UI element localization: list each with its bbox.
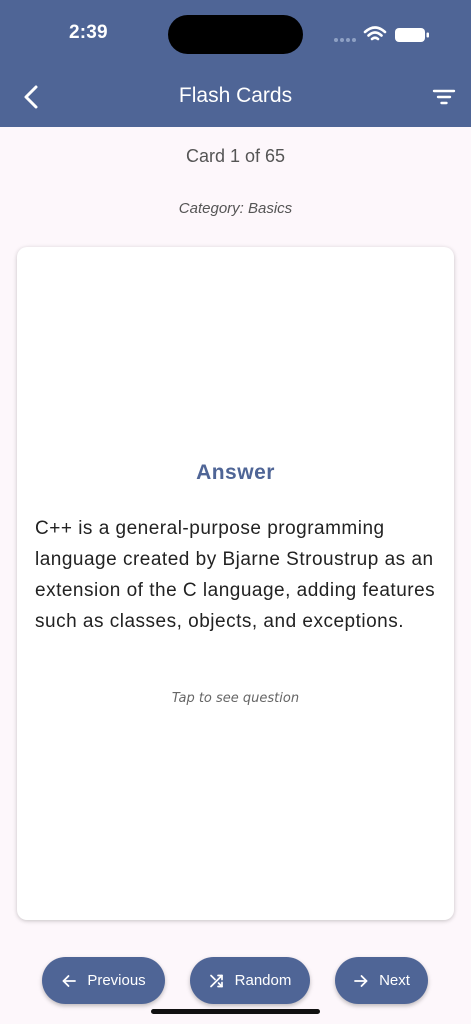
signal-icon — [334, 38, 356, 42]
arrow-left-icon — [62, 974, 77, 987]
dynamic-island — [168, 15, 303, 54]
wifi-icon — [363, 26, 387, 41]
card-hint: Tap to see question — [171, 691, 300, 706]
filter-button[interactable] — [430, 84, 458, 110]
previous-button[interactable]: Previous — [42, 957, 165, 1004]
shuffle-icon — [209, 974, 223, 987]
next-button[interactable]: Next — [335, 957, 428, 1004]
filter-icon — [432, 89, 456, 105]
page-title: Flash Cards — [178, 84, 293, 107]
app-bar: 2:39 Flash Cards — [0, 0, 471, 127]
card-heading: Answer — [196, 461, 275, 484]
card-counter: Card 1 of 65 — [185, 146, 286, 166]
flash-card[interactable]: Answer C++ is a general-purpose programm… — [17, 247, 454, 920]
status-time: 2:39 — [69, 22, 108, 43]
status-icons — [334, 26, 429, 42]
random-button[interactable]: Random — [190, 957, 310, 1004]
random-label: Random — [234, 972, 292, 989]
next-label: Next — [379, 972, 410, 989]
battery-icon — [395, 28, 429, 42]
previous-label: Previous — [87, 972, 146, 989]
arrow-right-icon — [354, 974, 368, 987]
card-text: C++ is a general-purpose programming lan… — [35, 518, 436, 632]
category-label: Category: Basics — [178, 200, 293, 217]
home-indicator — [151, 1009, 320, 1014]
